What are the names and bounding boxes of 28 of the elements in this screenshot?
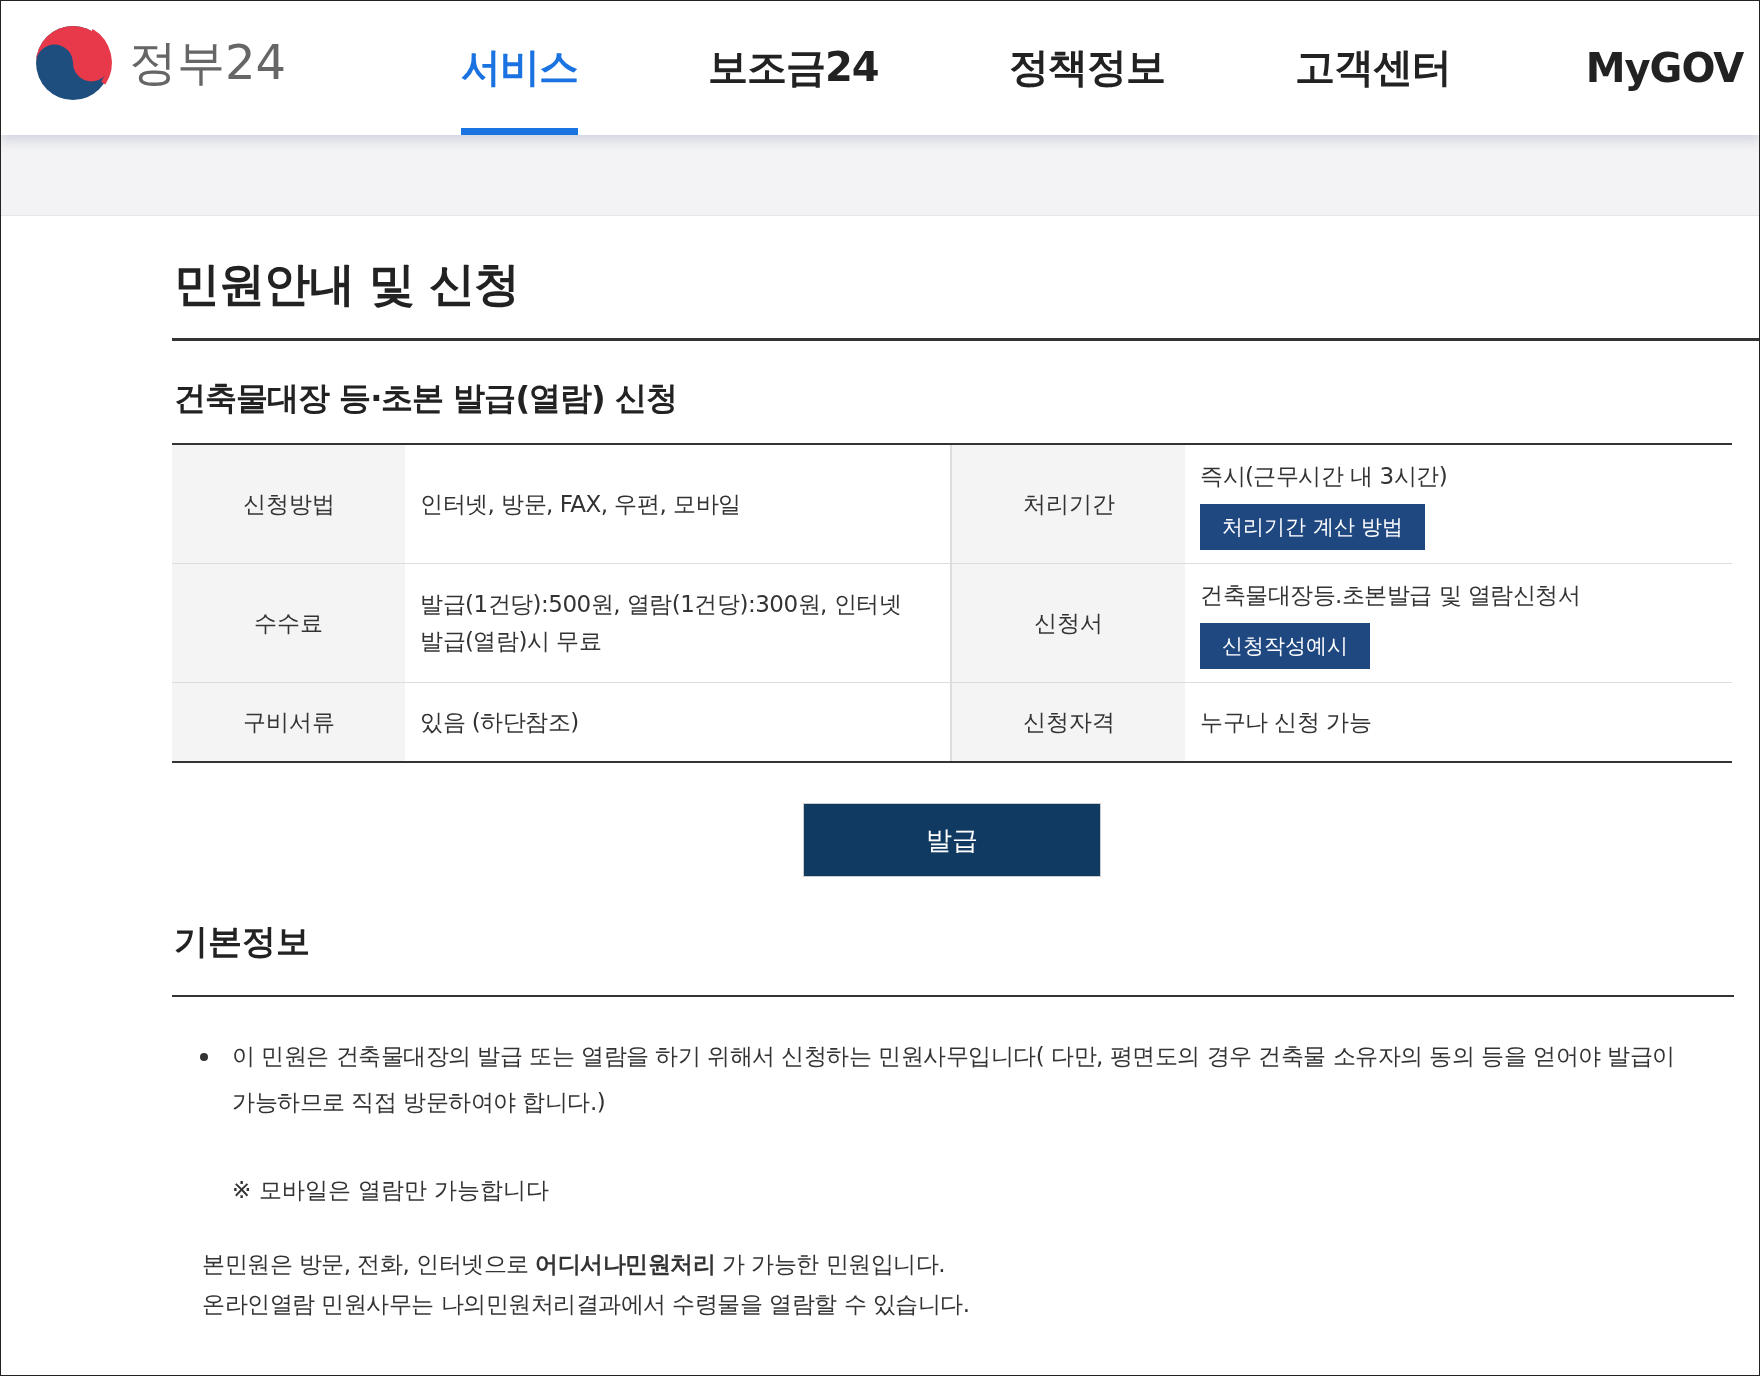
guide-button[interactable]: 처리기간 계산 방법 [1200,504,1426,551]
table-header-cell: 수수료 [172,564,405,682]
nav-tab[interactable]: MyGOV [1585,1,1744,135]
nav-tab[interactable]: 정책정보 [1008,1,1165,135]
page-title: 민원안내 및 신청 [172,216,1759,341]
table-header-cell: 구비서류 [172,683,405,761]
note-text: ※ 모바일은 열람만 가능합니다 [231,1176,551,1205]
guide-button[interactable]: 신청작성예시 [1200,623,1370,670]
section-heading: 기본정보 [172,877,1734,997]
table-header-cell: 신청방법 [172,445,405,563]
table-header-cell: 신청서 [952,564,1185,682]
table-cell-text: 즉시(근무시간 내 3시간) [1200,461,1448,491]
logo-text[interactable]: 정부24 [129,31,287,95]
table-cell-text: 인터넷, 방문, FAX, 우편, 모바일 [420,489,741,519]
nav-tab[interactable]: 고객센터 [1294,1,1451,135]
info-paragraph: 이 민원은 건축물대장의 발급 또는 열람을 하기 위해서 신청하는 민원사무입니다( 다만, 평면도의 경우 건축물 소유자의 동의 등을 얻어야 발급이 가능하므로 직접 방문하여야 합니다.) [232,1042,1676,1117]
table-header-cell: 신청자격 [952,683,1185,761]
issue-button[interactable]: 발급 [803,803,1101,877]
info-text: 본민원은 방문, 전화, 인터넷으로 어디서나민원처리 가 가능한 민원입니다. [202,1250,947,1279]
table-cell-text: 누구나 신청 가능 [1200,707,1372,737]
table-header-cell: 처리기간 [952,445,1185,563]
service-title: 건축물대장 등·초본 발급(열람) 신청 [173,378,678,419]
table-cell-text: 발급(1건당):500원, 열람(1건당):300원, 인터넷 발급(열람)시 무료 [420,590,903,656]
bullet-dot [200,1053,208,1061]
info-text: 온라인열람 민원사무는 나의민원처리결과에서 수령물을 열람할 수 있습니다. [202,1290,971,1319]
nav-tab[interactable]: 보조금24 [708,1,879,135]
table-cell-text: 건축물대장등.초본발급 및 열람신청서 [1200,580,1581,610]
table-cell-text: 있음 (하단참조) [420,707,579,737]
